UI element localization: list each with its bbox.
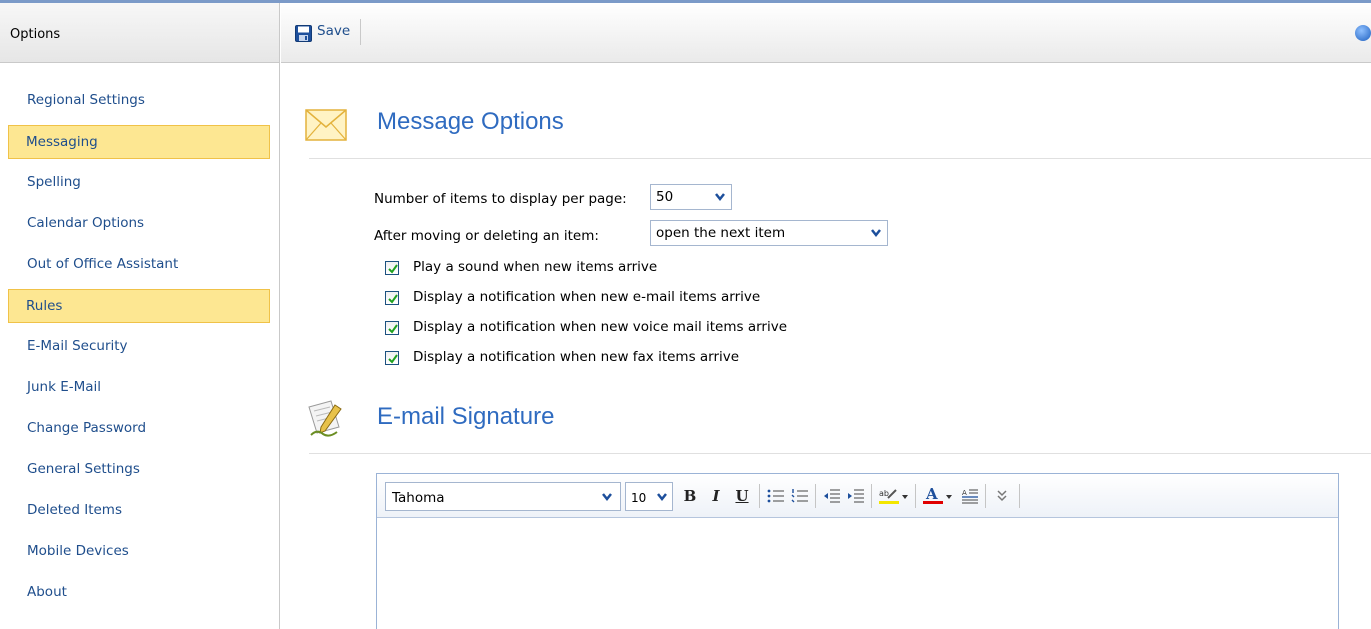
sidebar-item-change-password[interactable]: Change Password xyxy=(0,409,270,450)
sidebar-header: Options xyxy=(0,3,279,63)
font-color-icon: A xyxy=(923,485,952,504)
sidebar-item-label: Change Password xyxy=(27,420,147,436)
play-sound-checkbox[interactable] xyxy=(385,261,399,275)
toolbar-separator xyxy=(1019,484,1020,508)
section-title-message-options: Message Options xyxy=(377,108,564,135)
paragraph-direction-button[interactable]: A xyxy=(959,484,981,508)
font-family-value: Tahoma xyxy=(392,490,445,506)
svg-text:A: A xyxy=(925,486,938,503)
sidebar-item-email-security[interactable]: E-Mail Security xyxy=(0,327,270,368)
svg-text:ab: ab xyxy=(879,489,889,498)
sidebar-item-label: Spelling xyxy=(27,174,81,190)
sidebar-item-about[interactable]: About xyxy=(0,573,270,614)
chevron-down-icon xyxy=(715,193,725,202)
font-family-select[interactable]: Tahoma xyxy=(385,482,621,511)
sidebar-item-label: Calendar Options xyxy=(27,215,145,231)
sidebar-item-label: Rules xyxy=(26,298,63,314)
chevron-down-icon xyxy=(602,493,612,502)
bullet-list-icon xyxy=(767,489,784,503)
italic-button[interactable]: I xyxy=(705,484,727,508)
chevron-down-icon xyxy=(871,229,881,238)
fax-notification-checkbox[interactable] xyxy=(385,351,399,365)
options-nav: Regional Settings Messaging Spelling Cal… xyxy=(0,63,279,614)
sidebar-item-general-settings[interactable]: General Settings xyxy=(0,450,270,491)
help-globe-icon[interactable] xyxy=(1355,25,1371,41)
sidebar-item-label: Junk E-Mail xyxy=(27,379,102,395)
bold-button[interactable]: B xyxy=(679,484,701,508)
more-options-button[interactable] xyxy=(991,484,1013,508)
checkbox-label: Display a notification when new e-mail i… xyxy=(413,289,761,305)
numbered-list-button[interactable] xyxy=(789,484,811,508)
check-icon xyxy=(388,294,398,304)
editor-toolbar: Tahoma 10 B I U ab A A xyxy=(377,474,1338,518)
items-per-page-value: 50 xyxy=(656,189,674,205)
after-move-select[interactable]: open the next item xyxy=(650,220,888,246)
highlight-color-button[interactable]: ab xyxy=(877,484,911,508)
save-button-label: Save xyxy=(317,23,351,39)
floppy-disk-icon xyxy=(295,25,312,42)
numbered-list-icon xyxy=(791,489,808,503)
toolbar-separator xyxy=(915,484,916,508)
email-notification-checkbox[interactable] xyxy=(385,291,399,305)
options-content: Message Options Number of items to displ… xyxy=(281,63,1371,629)
sidebar-item-rules[interactable]: Rules xyxy=(8,289,270,323)
options-sidebar: Options Regional Settings Messaging Spel… xyxy=(0,3,280,629)
decrease-indent-button[interactable] xyxy=(821,484,843,508)
check-icon xyxy=(388,324,398,334)
indent-icon xyxy=(848,489,864,503)
items-per-page-select[interactable]: 50 xyxy=(650,184,732,210)
envelope-icon xyxy=(305,109,347,141)
check-icon xyxy=(388,354,398,364)
checkbox-label: Play a sound when new items arrive xyxy=(413,259,658,275)
section-divider xyxy=(309,158,1371,159)
sidebar-item-spelling[interactable]: Spelling xyxy=(0,163,270,204)
sidebar-item-label: About xyxy=(27,584,67,600)
sidebar-item-label: E-Mail Security xyxy=(27,338,128,354)
underline-button[interactable]: U xyxy=(731,484,753,508)
voicemail-notification-checkbox[interactable] xyxy=(385,321,399,335)
sidebar-item-calendar-options[interactable]: Calendar Options xyxy=(0,204,270,245)
sidebar-item-junk-email[interactable]: Junk E-Mail xyxy=(0,368,270,409)
outdent-icon xyxy=(824,489,840,503)
check-icon xyxy=(388,264,398,274)
items-per-page-label: Number of items to display per page: xyxy=(374,191,627,207)
text-direction-icon: A xyxy=(962,489,978,504)
sidebar-item-out-of-office[interactable]: Out of Office Assistant xyxy=(0,245,270,286)
sidebar-item-label: Messaging xyxy=(26,134,98,150)
svg-text:A: A xyxy=(962,489,967,497)
checkbox-label: Display a notification when new voice ma… xyxy=(413,319,788,335)
main-toolbar: Save xyxy=(281,3,1371,63)
checkbox-label: Display a notification when new fax item… xyxy=(413,349,740,365)
save-button[interactable]: Save xyxy=(289,19,362,45)
after-move-value: open the next item xyxy=(656,225,786,241)
sidebar-item-label: Regional Settings xyxy=(27,92,145,108)
toolbar-separator xyxy=(871,484,872,508)
chevron-down-icon xyxy=(657,493,667,502)
toolbar-separator xyxy=(759,484,760,508)
section-divider xyxy=(309,453,1371,454)
sidebar-item-label: Mobile Devices xyxy=(27,543,129,559)
bulleted-list-button[interactable] xyxy=(765,484,787,508)
sidebar-item-label: Out of Office Assistant xyxy=(27,256,179,272)
double-chevron-down-icon xyxy=(997,490,1007,502)
sidebar-item-messaging[interactable]: Messaging xyxy=(8,125,270,159)
section-title-email-signature: E-mail Signature xyxy=(377,403,555,430)
sidebar-item-label: General Settings xyxy=(27,461,140,477)
after-move-label: After moving or deleting an item: xyxy=(374,228,599,244)
font-color-button[interactable]: A xyxy=(921,484,955,508)
font-size-select[interactable]: 10 xyxy=(625,482,673,511)
toolbar-separator xyxy=(985,484,986,508)
increase-indent-button[interactable] xyxy=(845,484,867,508)
font-size-value: 10 xyxy=(631,491,647,505)
sidebar-item-mobile-devices[interactable]: Mobile Devices xyxy=(0,532,270,573)
sidebar-item-label: Deleted Items xyxy=(27,502,122,518)
sidebar-item-deleted-items[interactable]: Deleted Items xyxy=(0,491,270,532)
signature-editor[interactable]: Tahoma 10 B I U ab A A xyxy=(376,473,1339,629)
highlighter-icon: ab xyxy=(879,489,908,504)
toolbar-separator xyxy=(815,484,816,508)
sidebar-item-regional-settings[interactable]: Regional Settings xyxy=(0,81,270,122)
pen-signature-icon xyxy=(308,400,342,437)
